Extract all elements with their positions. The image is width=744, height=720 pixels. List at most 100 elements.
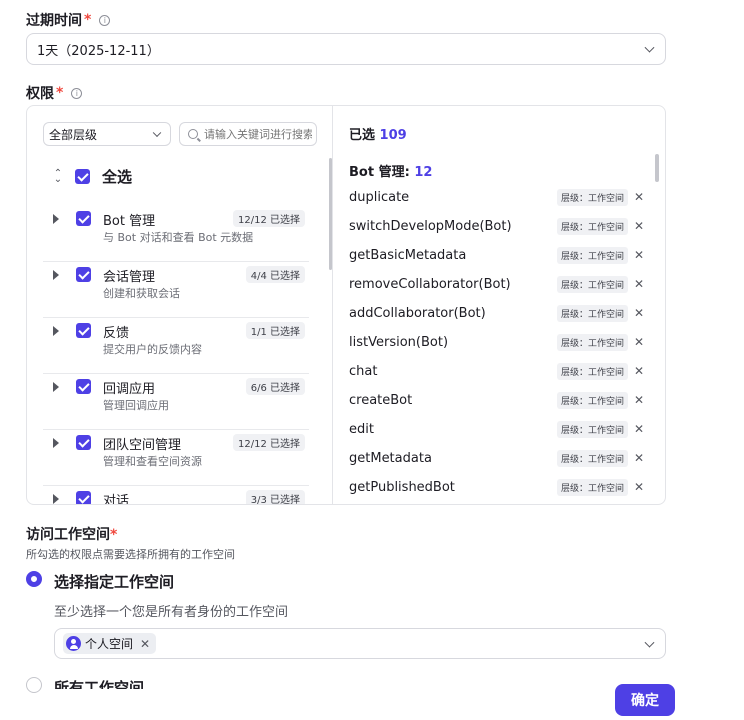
permission-group[interactable]: 反馈 提交用户的反馈内容 1/1 已选择 <box>43 318 309 374</box>
permission-name: createBot <box>349 392 413 408</box>
remove-icon[interactable]: ✕ <box>634 277 644 291</box>
group-checkbox[interactable] <box>76 267 91 282</box>
level-tag: 层级：工作空间 <box>556 391 628 409</box>
workspace-label: 访问工作空间* <box>26 527 118 543</box>
chevron-down-icon <box>644 637 655 648</box>
level-tag: 层级：工作空间 <box>556 188 628 206</box>
selected-count: 109 <box>379 128 407 143</box>
permission-group[interactable]: Bot 管理 与 Bot 对话和查看 Bot 元数据 12/12 已选择 <box>43 206 309 262</box>
level-tag: 层级：工作空间 <box>556 217 628 235</box>
selected-permission-item: addCollaborator(Bot) 层级：工作空间 ✕ <box>349 302 646 324</box>
selected-permissions-pane: 已选 109 Bot 管理: 12 duplicate 层级：工作空间 ✕ sw… <box>334 106 665 504</box>
expiry-select[interactable]: 1天（2025-12-11） <box>26 33 666 65</box>
level-tag: 层级：工作空间 <box>556 420 628 438</box>
selected-permission-item: createBot 层级：工作空间 ✕ <box>349 389 646 411</box>
level-tag: 层级：工作空间 <box>556 333 628 351</box>
level-filter-select[interactable]: 全部层级 <box>43 122 171 146</box>
remove-icon[interactable]: ✕ <box>634 422 644 436</box>
group-count-badge: 12/12 已选择 <box>233 434 305 451</box>
radio-all-workspaces-label[interactable]: 所有工作空间 <box>54 677 144 689</box>
workspace-chip: 个人空间 ✕ <box>63 633 157 654</box>
workspace-subtitle: 所勾选的权限点需要选择所拥有的工作空间 <box>26 548 235 561</box>
expiry-label: 过期时间 * i <box>26 10 111 30</box>
group-description: 与 Bot 对话和查看 Bot 元数据 <box>103 231 254 244</box>
remove-icon[interactable]: ✕ <box>634 248 644 262</box>
group-count-badge: 1/1 已选择 <box>245 322 305 339</box>
level-tag: 层级：工作空间 <box>556 246 628 264</box>
search-input[interactable] <box>204 127 312 141</box>
remove-icon[interactable]: ✕ <box>140 637 150 651</box>
group-checkbox[interactable] <box>76 211 91 226</box>
permission-name: duplicate <box>349 189 410 205</box>
radio-specific-workspace[interactable] <box>26 571 42 587</box>
group-description: 管理和查看空间资源 <box>103 455 202 468</box>
group-count-badge: 6/6 已选择 <box>245 378 305 395</box>
expand-arrow-icon[interactable] <box>53 326 59 336</box>
group-description: 管理回调应用 <box>103 399 169 412</box>
permission-name: listVersion(Bot) <box>349 334 449 350</box>
remove-icon[interactable]: ✕ <box>634 451 644 465</box>
permissions-panel: 全部层级 ⌃⌄ 全选 Bot 管理 与 Bot 对话和查看 Bot 元数据 12… <box>26 105 666 505</box>
selected-permission-item: switchDevelopMode(Bot) 层级：工作空间 ✕ <box>349 215 646 237</box>
remove-icon[interactable]: ✕ <box>634 335 644 349</box>
confirm-button[interactable]: 确定 <box>615 684 675 716</box>
remove-icon[interactable]: ✕ <box>634 480 644 494</box>
permission-group[interactable]: 团队空间管理 管理和查看空间资源 12/12 已选择 <box>43 430 309 486</box>
expand-arrow-icon[interactable] <box>53 438 59 448</box>
selected-permission-item: listVersion(Bot) 层级：工作空间 ✕ <box>349 331 646 353</box>
permission-search[interactable] <box>179 122 317 146</box>
remove-icon[interactable]: ✕ <box>634 219 644 233</box>
permission-tree-pane: 全部层级 ⌃⌄ 全选 Bot 管理 与 Bot 对话和查看 Bot 元数据 12… <box>27 106 333 504</box>
radio-specific-workspace-label[interactable]: 选择指定工作空间 <box>54 571 174 592</box>
permission-group[interactable]: 会话管理 创建和获取会话 4/4 已选择 <box>43 262 309 318</box>
permission-name: addCollaborator(Bot) <box>349 305 486 321</box>
selected-permission-item: getMetadata 层级：工作空间 ✕ <box>349 447 646 469</box>
workspace-hint: 至少选择一个您是所有者身份的工作空间 <box>54 605 289 620</box>
section-count: 12 <box>414 165 433 180</box>
chevron-down-icon <box>644 42 655 53</box>
remove-icon[interactable]: ✕ <box>634 306 644 320</box>
select-all-row[interactable]: ⌃ ⌄ 全选 <box>53 166 132 187</box>
group-checkbox[interactable] <box>76 379 91 394</box>
expand-collapse-icon[interactable]: ⌃ ⌄ <box>53 168 63 184</box>
required-mark: * <box>84 12 92 28</box>
level-tag: 层级：工作空间 <box>556 449 628 467</box>
selected-permission-item: edit 层级：工作空间 ✕ <box>349 418 646 440</box>
expand-arrow-icon[interactable] <box>53 382 59 392</box>
remove-icon[interactable]: ✕ <box>634 190 644 204</box>
permission-name: getBasicMetadata <box>349 247 467 263</box>
group-count-badge: 3/3 已选择 <box>245 490 305 504</box>
selected-permission-item: removeCollaborator(Bot) 层级：工作空间 ✕ <box>349 273 646 295</box>
selected-summary: 已选 109 <box>349 128 407 143</box>
remove-icon[interactable]: ✕ <box>634 364 644 378</box>
group-checkbox[interactable] <box>76 435 91 450</box>
required-mark: * <box>56 85 64 101</box>
info-icon[interactable]: i <box>99 14 111 26</box>
user-avatar-icon <box>66 636 81 651</box>
group-name: 团队空间管理 <box>103 438 182 453</box>
level-tag: 层级：工作空间 <box>556 304 628 322</box>
remove-icon[interactable]: ✕ <box>634 393 644 407</box>
permission-group[interactable]: 回调应用 管理回调应用 6/6 已选择 <box>43 374 309 430</box>
selected-scrollbar[interactable] <box>655 154 659 182</box>
radio-all-workspaces[interactable] <box>26 677 42 693</box>
selected-permission-item: duplicate 层级：工作空间 ✕ <box>349 186 646 208</box>
level-tag: 层级：工作空间 <box>556 478 628 496</box>
expand-arrow-icon[interactable] <box>53 494 59 504</box>
group-count-badge: 4/4 已选择 <box>245 266 305 283</box>
permission-name: getPublishedBot <box>349 479 455 495</box>
select-all-checkbox[interactable] <box>75 169 90 184</box>
search-icon <box>188 129 198 139</box>
group-name: 对话 <box>103 494 130 505</box>
permission-group[interactable]: 对话 3/3 已选择 <box>43 486 309 505</box>
workspace-select[interactable]: 个人空间 ✕ <box>54 628 666 659</box>
permission-name: edit <box>349 421 374 437</box>
group-checkbox[interactable] <box>76 323 91 338</box>
expand-arrow-icon[interactable] <box>53 214 59 224</box>
permissions-label: 权限 * i <box>26 83 83 103</box>
tree-scrollbar[interactable] <box>329 158 332 270</box>
expand-arrow-icon[interactable] <box>53 270 59 280</box>
info-icon[interactable]: i <box>71 87 83 99</box>
group-checkbox[interactable] <box>76 491 91 504</box>
level-tag: 层级：工作空间 <box>556 275 628 293</box>
